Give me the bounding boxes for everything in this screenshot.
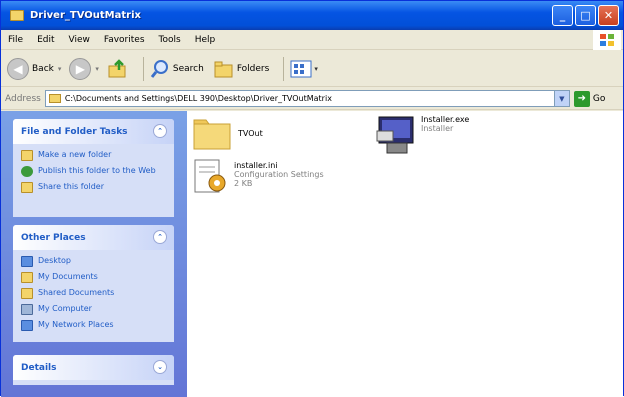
details-panel: Details ⌄ <box>13 355 174 385</box>
windows-logo-icon <box>593 30 621 50</box>
up-folder-button[interactable] <box>107 58 129 79</box>
menu-favorites[interactable]: Favorites <box>97 35 152 45</box>
address-value: C:\Documents and Settings\DELL 390\Deskt… <box>64 94 332 103</box>
standard-toolbar: ◀ Back ▾ ▶ ▾ Search Folders ▾ <box>1 51 623 87</box>
task-make-folder[interactable]: Make a new folder <box>21 150 166 161</box>
file-name: Installer.exe <box>421 115 470 124</box>
views-button[interactable]: ▾ <box>290 60 318 78</box>
back-arrow-icon: ◀ <box>7 57 29 80</box>
place-desktop[interactable]: Desktop <box>21 256 166 267</box>
forward-arrow-icon: ▶ <box>69 57 92 80</box>
installer-icon <box>376 116 414 154</box>
address-bar: Address C:\Documents and Settings\DELL 3… <box>1 88 623 110</box>
forward-button[interactable]: ▶ ▾ <box>69 57 99 80</box>
toolbar-separator <box>142 56 144 81</box>
folder-icon <box>10 10 24 21</box>
place-network[interactable]: My Network Places <box>21 320 166 331</box>
computer-icon <box>21 304 33 315</box>
network-icon <box>21 320 33 331</box>
menu-view[interactable]: View <box>62 35 97 45</box>
file-size: 2 KB <box>234 179 253 188</box>
desktop-icon <box>21 256 33 267</box>
file-name: TVOut <box>238 129 263 138</box>
file-item-tvout[interactable]: TVOut <box>192 117 263 151</box>
task-share-folder[interactable]: Share this folder <box>21 182 166 193</box>
new-folder-icon <box>21 150 33 161</box>
file-type: Configuration Settings <box>234 170 324 179</box>
views-icon <box>290 60 312 77</box>
search-icon <box>150 59 168 78</box>
chevron-down-icon[interactable]: ▼ <box>553 91 569 106</box>
panel-header[interactable]: File and Folder Tasks ⌃ <box>13 119 174 144</box>
folders-icon <box>214 61 233 77</box>
documents-icon <box>21 272 33 283</box>
shared-documents-icon <box>21 288 33 299</box>
search-button[interactable]: Search <box>150 59 204 79</box>
go-button[interactable]: ➜ Go <box>573 90 605 107</box>
toolbar-separator <box>283 56 285 81</box>
maximize-button[interactable]: □ <box>575 5 596 26</box>
collapse-icon[interactable]: ⌃ <box>153 230 167 244</box>
share-folder-icon <box>21 182 33 193</box>
other-places-panel: Other Places ⌃ Desktop My Documents Shar… <box>13 225 174 342</box>
menu-file[interactable]: File <box>1 35 30 45</box>
back-button[interactable]: ◀ Back ▾ <box>7 57 61 80</box>
expand-icon[interactable]: ⌄ <box>153 360 167 374</box>
folder-icon <box>193 119 231 150</box>
panel-header[interactable]: Other Places ⌃ <box>13 225 174 250</box>
globe-icon <box>21 166 33 177</box>
menu-bar: File Edit View Favorites Tools Help <box>1 30 623 50</box>
folder-icon <box>48 94 61 103</box>
task-pane: File and Folder Tasks ⌃ Make a new folde… <box>1 111 187 397</box>
menu-help[interactable]: Help <box>188 35 223 45</box>
menu-edit[interactable]: Edit <box>30 35 61 45</box>
file-folder-tasks-panel: File and Folder Tasks ⌃ Make a new folde… <box>13 119 174 217</box>
file-list: TVOut Installer.exe Installer installer.… <box>187 111 623 397</box>
place-my-computer[interactable]: My Computer <box>21 304 166 315</box>
go-arrow-icon: ➜ <box>573 90 590 107</box>
file-name: installer.ini <box>234 161 278 170</box>
file-item-installer-ini[interactable]: installer.ini Configuration Settings 2 K… <box>192 157 324 197</box>
address-field[interactable]: C:\Documents and Settings\DELL 390\Deskt… <box>44 90 570 107</box>
up-folder-icon <box>108 58 126 77</box>
title-bar[interactable]: Driver_TVOutMatrix _ □ ✕ <box>1 1 623 30</box>
file-type: Installer <box>421 124 454 133</box>
task-publish-web[interactable]: Publish this folder to the Web <box>21 166 166 177</box>
collapse-icon[interactable]: ⌃ <box>153 124 167 138</box>
place-shared-documents[interactable]: Shared Documents <box>21 288 166 299</box>
menu-tools[interactable]: Tools <box>152 35 188 45</box>
file-item-installer-exe[interactable]: Installer.exe Installer <box>373 111 469 155</box>
settings-file-icon <box>194 159 226 193</box>
window-title: Driver_TVOutMatrix <box>30 10 141 21</box>
place-my-documents[interactable]: My Documents <box>21 272 166 283</box>
folders-button[interactable]: Folders <box>212 59 269 79</box>
close-button[interactable]: ✕ <box>598 5 619 26</box>
minimize-button[interactable]: _ <box>552 5 573 26</box>
panel-header[interactable]: Details ⌄ <box>13 355 174 380</box>
explorer-window: Driver_TVOutMatrix _ □ ✕ File Edit View … <box>0 0 624 397</box>
address-label: Address <box>5 93 41 104</box>
